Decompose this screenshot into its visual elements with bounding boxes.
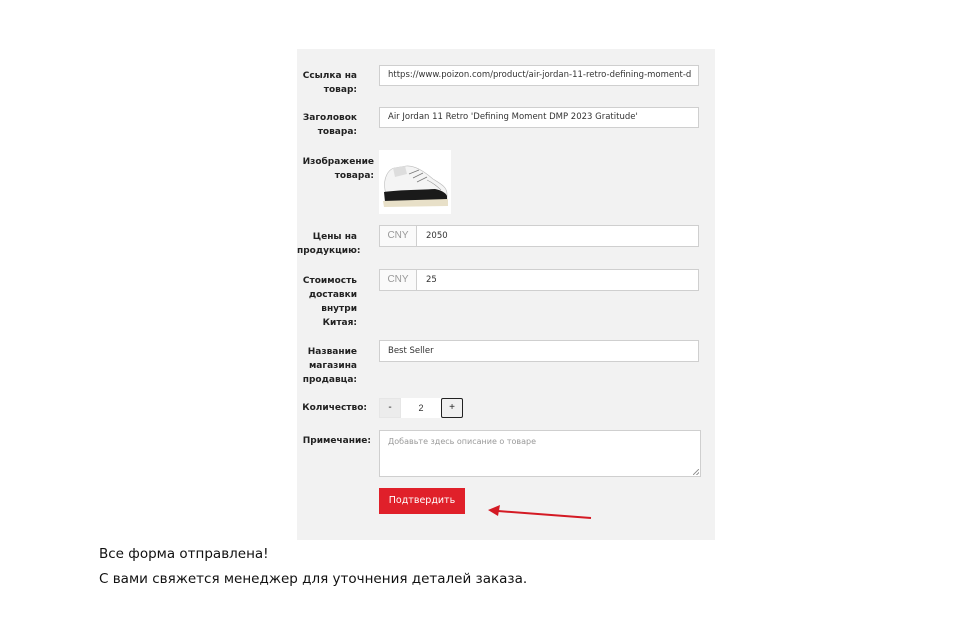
quantity-decrement-button[interactable]: -: [379, 398, 401, 418]
quantity-label: Количество:: [302, 403, 367, 413]
price-input-group: CNY 2050: [379, 225, 699, 247]
note-textarea[interactable]: Добавьте здесь описание о товаре: [379, 430, 701, 477]
title-label: Заголовок товара:: [302, 113, 357, 137]
quantity-increment-button[interactable]: +: [441, 398, 463, 418]
shipping-currency: CNY: [379, 269, 417, 291]
order-form: Ссылка на товар: https://www.poizon.com/…: [297, 49, 715, 540]
shipping-input-group: CNY 25: [379, 269, 699, 291]
price-label: Цены на продукцию:: [297, 232, 361, 256]
arrow-annotation-icon: [488, 505, 592, 519]
price-currency: CNY: [379, 225, 417, 247]
price-input[interactable]: 2050: [417, 225, 699, 247]
note-label: Примечание:: [302, 436, 371, 446]
sneaker-icon: [383, 165, 448, 207]
note-placeholder: Добавьте здесь описание о товаре: [388, 437, 537, 446]
image-label: Изображение товара:: [302, 157, 374, 181]
shop-name-label: Название магазина продавца:: [302, 347, 357, 385]
quantity-value[interactable]: 2: [401, 398, 441, 418]
resize-handle-icon[interactable]: [693, 469, 699, 475]
shop-name-input[interactable]: Best Seller: [379, 340, 699, 362]
product-image: [379, 150, 451, 214]
title-input[interactable]: Air Jordan 11 Retro 'Defining Moment DMP…: [379, 107, 699, 128]
shipping-label: Стоимость доставки внутри Китая:: [302, 276, 357, 328]
url-input[interactable]: https://www.poizon.com/product/air-jorda…: [379, 65, 699, 86]
url-label: Ссылка на товар:: [302, 71, 357, 95]
quantity-stepper: - 2 +: [379, 398, 463, 418]
manager-contact-message: С вами свяжется менеджер для уточнения д…: [99, 571, 528, 587]
success-message: Все форма отправлена!: [99, 546, 269, 562]
submit-button[interactable]: Подтвердить: [379, 488, 465, 514]
shipping-input[interactable]: 25: [417, 269, 699, 291]
